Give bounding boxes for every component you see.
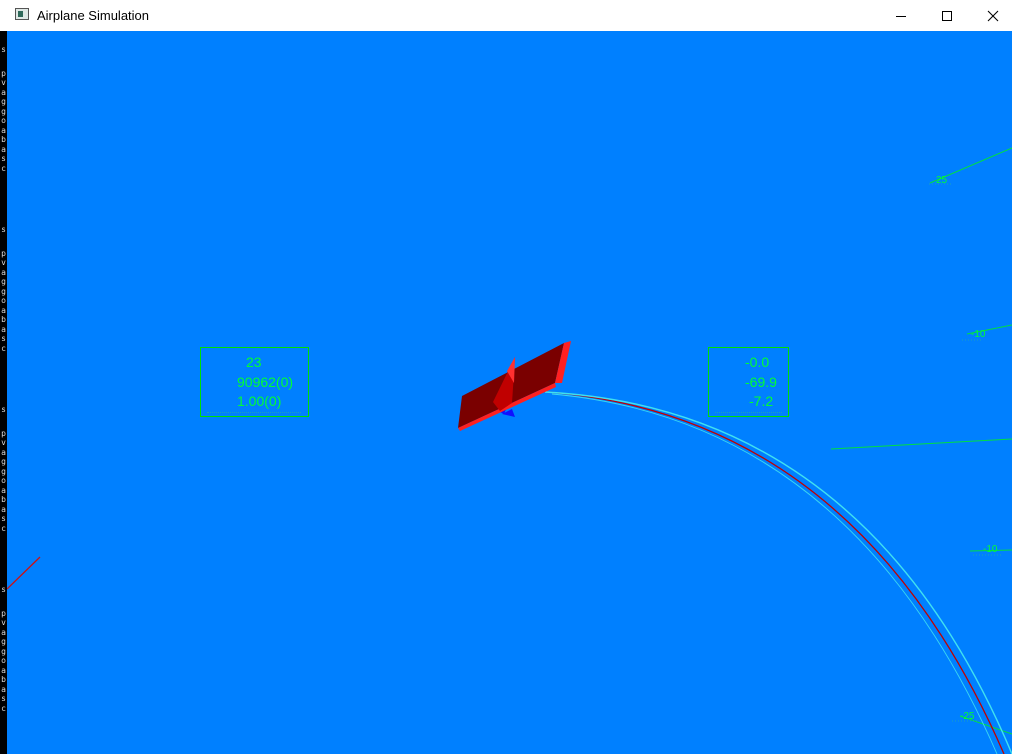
debug-glyph: s (1, 45, 6, 54)
red-reference-line (7, 556, 41, 590)
debug-glyph: a (1, 684, 6, 694)
debug-glyph: a (1, 485, 6, 495)
close-button[interactable] (970, 0, 1012, 31)
hud-dotted-rule (207, 411, 301, 413)
debug-glyph: g (1, 277, 6, 286)
debug-glyph: c (1, 523, 6, 533)
hud-dotted-rule (715, 411, 782, 413)
maximize-button[interactable] (924, 0, 970, 31)
maximize-icon (942, 10, 952, 21)
debug-glyph: s (1, 694, 6, 703)
debug-glyph: c (1, 163, 6, 173)
debug-glyph: b (1, 315, 6, 324)
pitch-label: -10 (983, 544, 998, 555)
airplane-model (458, 341, 571, 431)
hud-right-value-2: -69.9 (745, 374, 777, 390)
minimize-button[interactable] (878, 0, 924, 31)
hud-left-panel: 23 90962(0) 1.00(0) (200, 347, 309, 417)
hud-left-value-3: 1.00(0) (237, 393, 282, 409)
pitch-label: -25 (960, 711, 975, 722)
debug-glyph: v (1, 258, 6, 267)
debug-glyph: s (1, 514, 6, 523)
window-title: Airplane Simulation (37, 8, 150, 23)
debug-glyph: p (1, 68, 6, 78)
minimize-icon (896, 15, 906, 17)
debug-glyph: c (1, 703, 6, 713)
debug-glyph: v (1, 78, 6, 87)
app-window-icon (15, 8, 29, 20)
hud-right-panel: -0.0 -69.9 -7.2 (708, 347, 789, 417)
scene-canvas: 25 -10 -10 -25 (7, 147, 1012, 754)
debug-glyph: s (1, 225, 6, 234)
debug-glyph: a (1, 447, 6, 457)
debug-glyph: a (1, 144, 6, 154)
debug-glyph: p (1, 248, 6, 258)
debug-glyph: o (1, 116, 6, 125)
debug-glyph: s (1, 154, 6, 163)
hud-right-value-1: -0.0 (745, 354, 770, 370)
debug-glyph: s (1, 585, 6, 594)
debug-glyph: a (1, 665, 6, 675)
debug-glyph: b (1, 495, 6, 504)
debug-glyph: g (1, 457, 6, 466)
debug-glyph: o (1, 476, 6, 485)
debug-glyph: c (1, 343, 6, 353)
debug-glyph: a (1, 87, 6, 97)
simulation-viewport[interactable]: 25 -10 -10 -25 23 90962(0) 1.00(0) -0.0 … (7, 31, 1012, 754)
debug-glyph: a (1, 627, 6, 637)
debug-glyph: a (1, 504, 6, 514)
debug-glyph: p (1, 608, 6, 618)
debug-text-strip: spvaggoabascspvaggoabascspvaggoabascspva… (0, 31, 7, 754)
debug-glyph: a (1, 125, 6, 135)
flight-trajectory (544, 391, 1012, 754)
debug-glyph: a (1, 305, 6, 315)
debug-glyph: v (1, 618, 6, 627)
horizon-line (830, 438, 1012, 450)
debug-glyph: o (1, 656, 6, 665)
debug-glyph: s (1, 334, 6, 343)
debug-glyph: g (1, 637, 6, 646)
close-icon (987, 10, 999, 21)
debug-glyph: p (1, 428, 6, 438)
hud-left-value-2: 90962(0) (237, 374, 294, 390)
debug-glyph: o (1, 296, 6, 305)
debug-glyph: g (1, 466, 6, 476)
debug-glyph: g (1, 286, 6, 296)
pitch-label: -10 (971, 329, 986, 340)
debug-glyph: b (1, 135, 6, 144)
pitch-label: 25 (936, 175, 948, 186)
flight-trajectory-secondary (551, 393, 998, 754)
debug-glyph: s (1, 405, 6, 414)
hud-left-value-1: 23 (246, 354, 262, 370)
title-bar[interactable]: Airplane Simulation (0, 0, 1012, 32)
hud-right-value-3: -7.2 (749, 393, 774, 409)
debug-glyph: g (1, 106, 6, 116)
debug-glyph: a (1, 267, 6, 277)
debug-glyph: v (1, 438, 6, 447)
app-window: Airplane Simulation spvaggoabascspvaggoa… (0, 0, 1012, 754)
debug-glyph: g (1, 97, 6, 106)
debug-glyph: b (1, 675, 6, 684)
flight-trajectory-red (546, 391, 1005, 754)
debug-glyph: a (1, 324, 6, 334)
debug-glyph: g (1, 646, 6, 656)
